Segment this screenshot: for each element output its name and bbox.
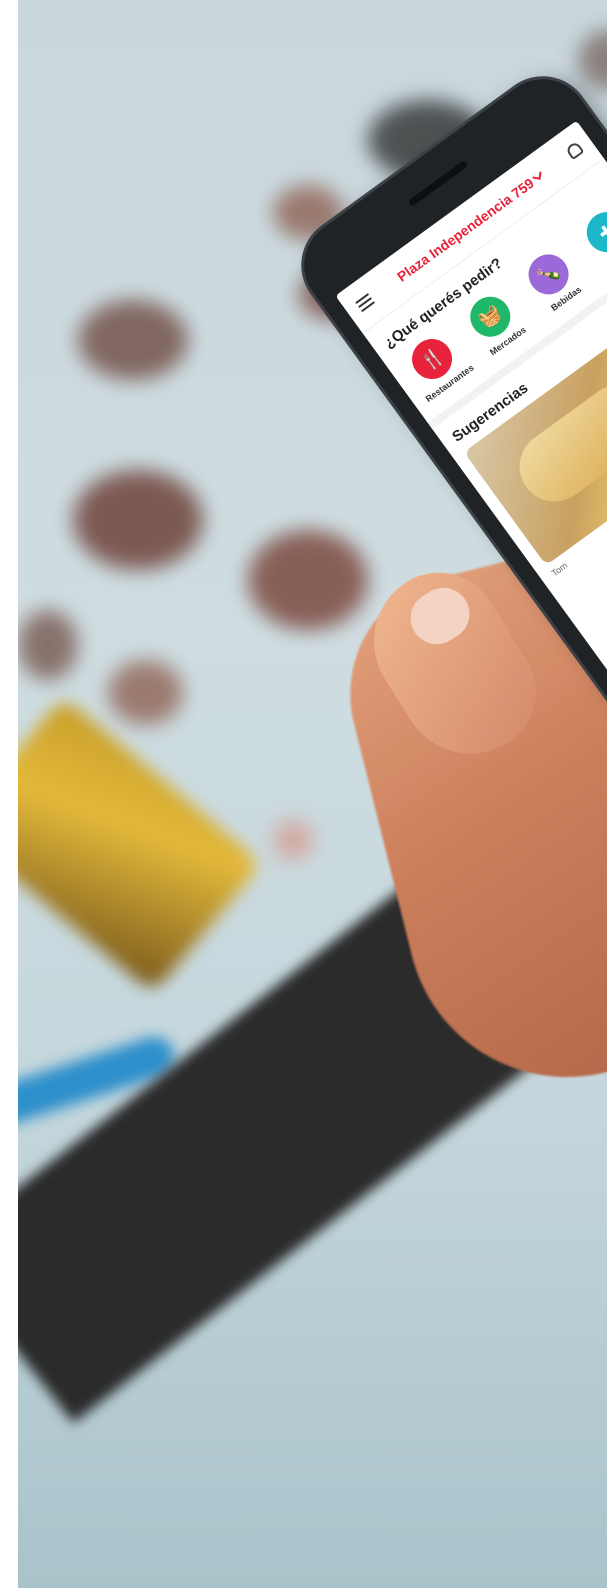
blurred-food-item (18, 610, 78, 680)
blurred-food-item (248, 530, 368, 630)
blurred-food-item (73, 470, 203, 570)
chevron-down-icon (532, 170, 543, 180)
blurred-food-item (273, 820, 313, 860)
blurred-food-item (78, 300, 188, 380)
phone-speaker (407, 160, 469, 207)
pharmacy-icon: ✚ (578, 204, 607, 261)
address-label: Plaza Independencia 759 (393, 174, 537, 285)
bell-icon[interactable] (564, 140, 585, 161)
hamburger-menu-icon[interactable] (355, 293, 376, 313)
blurred-food-item (108, 660, 183, 725)
blurred-yellow-object (18, 696, 263, 994)
photo-scene: Plaza Independencia 759 ¿Qué querés pedi… (18, 0, 607, 1588)
blurred-food-item (578, 30, 607, 90)
